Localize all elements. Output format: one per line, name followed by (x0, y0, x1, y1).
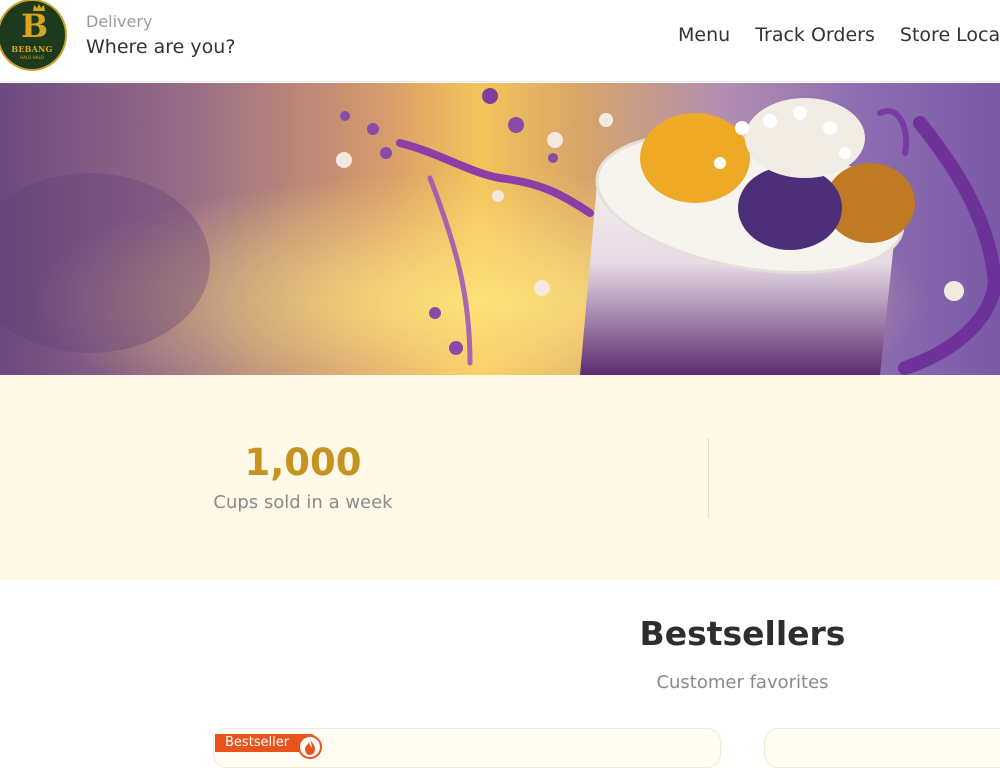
stats-section: 1,000 Cups sold in a week (0, 375, 1000, 580)
brand-logo[interactable]: B BEBANG HALO-HALO (0, 0, 67, 71)
product-card[interactable] (764, 728, 1000, 768)
nav-item-menu[interactable]: Menu (678, 24, 730, 46)
delivery-mode-label[interactable]: Delivery (86, 12, 152, 31)
logo-brand-subtext: HALO-HALO (20, 55, 44, 60)
nav-item-store-locator[interactable]: Store Locat (900, 24, 1000, 46)
site-header: B BEBANG HALO-HALO Delivery Where are yo… (0, 0, 1000, 82)
hero-banner-image (0, 83, 1000, 375)
flame-icon (298, 735, 322, 759)
nav-item-track-orders[interactable]: Track Orders (755, 24, 875, 46)
stat-value: 1,000 (244, 441, 362, 484)
stat-label: Cups sold in a week (213, 492, 393, 513)
bestsellers-title: Bestsellers (639, 614, 846, 653)
hero-banner[interactable] (0, 83, 1000, 375)
logo-letter: B (21, 7, 49, 45)
stats-divider (708, 438, 709, 518)
logo-brand-name: BEBANG (11, 44, 53, 54)
location-selector[interactable]: Where are you? (86, 36, 235, 58)
main-nav: Menu Track Orders Store Locat (678, 24, 1000, 46)
bestsellers-subtitle: Customer favorites (656, 672, 829, 693)
